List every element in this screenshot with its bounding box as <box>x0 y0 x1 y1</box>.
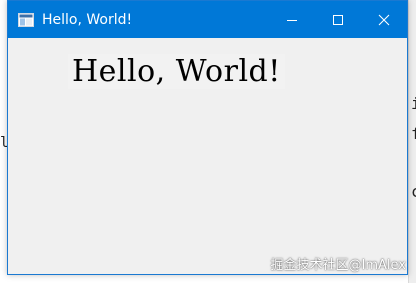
caption-buttons <box>269 1 407 38</box>
title-bar[interactable]: Hello, World! <box>8 1 407 38</box>
maximize-icon <box>333 14 343 25</box>
window-title: Hello, World! <box>42 11 133 28</box>
window-app-icon[interactable] <box>18 12 34 28</box>
maximize-button[interactable] <box>315 1 361 38</box>
background-right-glyph: i <box>411 94 416 113</box>
background-right-glyph: f <box>411 124 416 143</box>
background-right-glyph: c <box>411 182 416 201</box>
hello-label: Hello, World! <box>68 54 285 89</box>
watermark: 掘金技术社区@ImAlex <box>270 258 406 273</box>
background-right-strip: i f c <box>408 0 416 283</box>
minimize-button[interactable] <box>269 1 315 38</box>
app-window: Hello, World! Hello, World! <box>7 0 408 275</box>
close-icon <box>378 14 390 25</box>
close-button[interactable] <box>361 1 407 38</box>
desktop: l i f c Hello, World! Hello, World! 掘金技术… <box>0 0 416 283</box>
minimize-icon <box>287 19 297 21</box>
window-content: Hello, World! <box>8 38 407 274</box>
